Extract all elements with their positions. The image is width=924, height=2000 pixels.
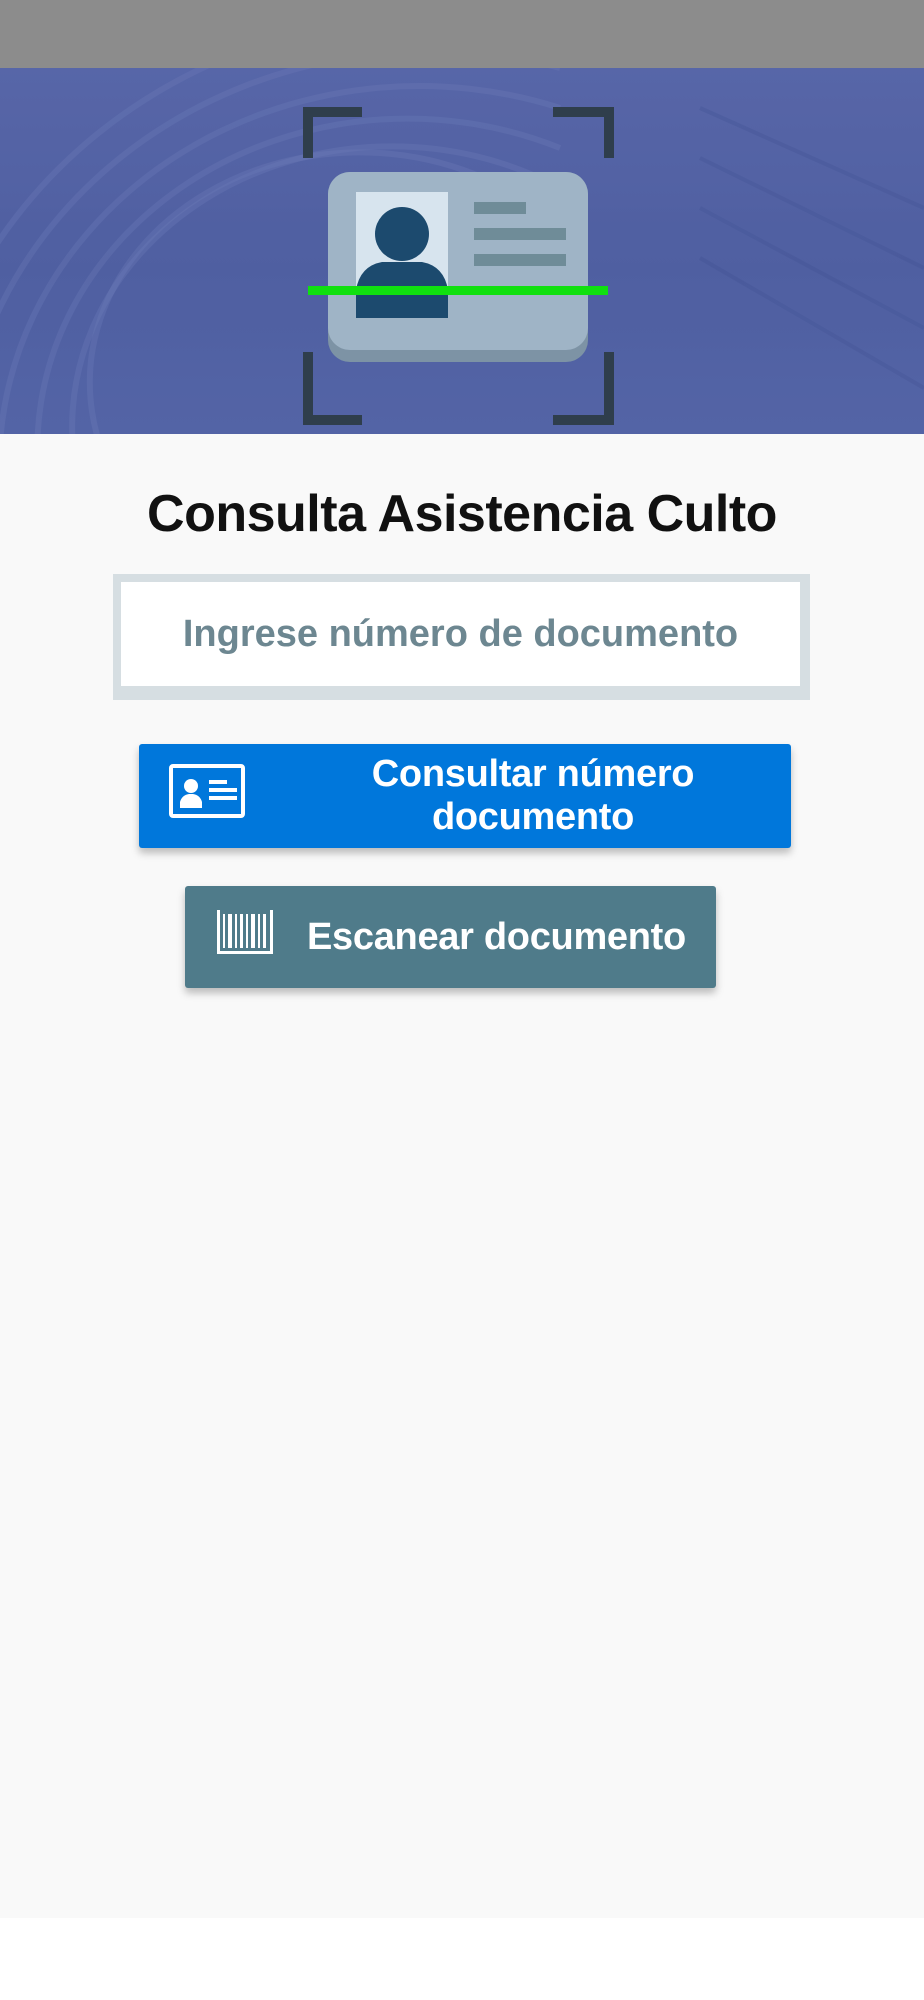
app-screen: Consulta Asistencia Culto Consultar núme… <box>0 0 924 2000</box>
consult-button-label: Consultar número documento <box>371 753 695 838</box>
document-number-input[interactable] <box>121 582 800 686</box>
consult-document-button[interactable]: Consultar número documento <box>139 744 791 848</box>
id-card-icon <box>169 764 245 828</box>
scan-button-label: Escanear documento <box>307 915 686 958</box>
page-title: Consulta Asistencia Culto <box>147 485 777 543</box>
scan-document-button[interactable]: Escanear documento <box>185 886 716 988</box>
hero-banner <box>0 68 924 434</box>
document-input-container <box>113 574 810 700</box>
barcode-icon <box>217 910 273 964</box>
id-card-scan-icon <box>303 107 614 425</box>
status-bar <box>0 0 924 68</box>
bottom-area <box>0 1918 924 2000</box>
